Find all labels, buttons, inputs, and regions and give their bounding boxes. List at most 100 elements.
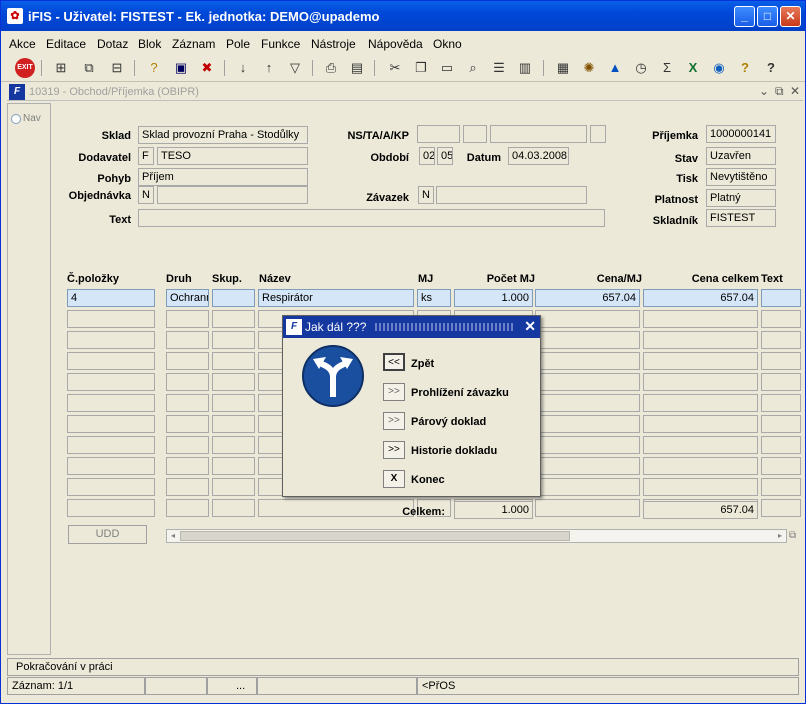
empty-cell[interactable]: [535, 478, 640, 496]
menu-editace[interactable]: Editace: [46, 37, 86, 51]
warning-icon[interactable]: ▲: [605, 58, 625, 78]
empty-cell[interactable]: [212, 394, 255, 412]
cell-mj[interactable]: ks: [417, 289, 451, 307]
empty-cell[interactable]: [212, 352, 255, 370]
empty-cell[interactable]: [166, 457, 209, 475]
empty-cell[interactable]: [761, 373, 801, 391]
ns-field[interactable]: [417, 125, 460, 143]
menu-akce[interactable]: Akce: [9, 37, 36, 51]
empty-cell[interactable]: [643, 478, 758, 496]
columns-icon[interactable]: ▥: [515, 58, 535, 78]
execute-query-icon[interactable]: ▣: [171, 58, 191, 78]
empty-cell[interactable]: [67, 499, 155, 517]
empty-cell[interactable]: [67, 352, 155, 370]
maximize-button[interactable]: □: [757, 6, 778, 27]
text-field[interactable]: [138, 209, 605, 227]
zavazek-flag-field[interactable]: N: [418, 186, 434, 204]
empty-cell[interactable]: [67, 478, 155, 496]
empty-cell[interactable]: [166, 394, 209, 412]
empty-cell[interactable]: [535, 352, 640, 370]
empty-cell[interactable]: [212, 499, 255, 517]
empty-cell[interactable]: [761, 478, 801, 496]
refresh-icon[interactable]: ◉: [709, 58, 729, 78]
calculator-icon[interactable]: ▦: [553, 58, 573, 78]
menu-napoveda[interactable]: Nápověda: [368, 37, 423, 51]
obdobi-year-field[interactable]: 05: [437, 147, 453, 165]
horizontal-scrollbar[interactable]: ◂ ▸: [166, 529, 787, 543]
empty-cell[interactable]: [67, 457, 155, 475]
minimize-button[interactable]: _: [734, 6, 755, 27]
empty-cell[interactable]: [535, 457, 640, 475]
cell-celkem[interactable]: 657.04: [643, 289, 758, 307]
cell-druh[interactable]: Ochranné: [166, 289, 209, 307]
skladnik-field[interactable]: FISTEST: [706, 209, 776, 227]
empty-cell[interactable]: [535, 415, 640, 433]
empty-cell[interactable]: [643, 352, 758, 370]
empty-cell[interactable]: [166, 499, 209, 517]
empty-cell[interactable]: [67, 331, 155, 349]
settings-icon[interactable]: ✺: [579, 58, 599, 78]
empty-cell[interactable]: [535, 394, 640, 412]
empty-cell[interactable]: [643, 415, 758, 433]
empty-cell[interactable]: [643, 394, 758, 412]
empty-cell[interactable]: [535, 436, 640, 454]
menu-nastroje[interactable]: Nástroje: [311, 37, 356, 51]
empty-cell[interactable]: [166, 415, 209, 433]
empty-cell[interactable]: [67, 394, 155, 412]
menu-pole[interactable]: Pole: [226, 37, 250, 51]
parovy-doklad-button[interactable]: >>: [383, 412, 405, 430]
zavazek-field[interactable]: [436, 186, 587, 204]
platnost-field[interactable]: Platný: [706, 189, 776, 207]
menu-blok[interactable]: Blok: [138, 37, 161, 51]
empty-cell[interactable]: [761, 415, 801, 433]
scroll-right-icon[interactable]: ▸: [774, 530, 786, 542]
close-button[interactable]: ✕: [780, 6, 801, 27]
empty-cell[interactable]: [535, 499, 640, 517]
cell-skup[interactable]: [212, 289, 255, 307]
empty-cell[interactable]: [761, 436, 801, 454]
konec-button[interactable]: X: [383, 470, 405, 488]
dialog-close-icon[interactable]: ✕: [524, 318, 536, 335]
ta-field[interactable]: [463, 125, 487, 143]
empty-cell[interactable]: [535, 373, 640, 391]
objednavka-field[interactable]: [157, 186, 308, 204]
datum-field[interactable]: 04.03.2008: [508, 147, 569, 165]
empty-cell[interactable]: [643, 331, 758, 349]
empty-cell[interactable]: [643, 373, 758, 391]
empty-cell[interactable]: [212, 436, 255, 454]
empty-cell[interactable]: [761, 499, 801, 517]
child-minimize-icon[interactable]: ⌄: [759, 84, 769, 98]
nav-radio[interactable]: [11, 114, 21, 124]
excel-icon[interactable]: X: [683, 58, 703, 78]
empty-cell[interactable]: [535, 310, 640, 328]
cut-icon[interactable]: ✂: [385, 58, 405, 78]
empty-cell[interactable]: [212, 331, 255, 349]
copy-icon[interactable]: ❐: [411, 58, 431, 78]
objednavka-flag-field[interactable]: N: [138, 186, 154, 204]
scroll-end-icon[interactable]: ⧉: [789, 530, 796, 541]
empty-cell[interactable]: [166, 352, 209, 370]
clock-icon[interactable]: ◷: [631, 58, 651, 78]
filter-icon[interactable]: ▽: [285, 58, 305, 78]
sort-asc-icon[interactable]: ↓: [233, 58, 253, 78]
cell-pocet[interactable]: 1.000: [454, 289, 533, 307]
empty-cell[interactable]: [166, 373, 209, 391]
empty-cell[interactable]: [761, 310, 801, 328]
menu-okno[interactable]: Okno: [433, 37, 462, 51]
empty-cell[interactable]: [761, 394, 801, 412]
scroll-left-icon[interactable]: ◂: [167, 530, 179, 542]
empty-cell[interactable]: [761, 331, 801, 349]
empty-cell[interactable]: [67, 310, 155, 328]
obdobi-month-field[interactable]: 02: [419, 147, 435, 165]
cancel-query-icon[interactable]: ✖: [197, 58, 217, 78]
empty-cell[interactable]: [761, 457, 801, 475]
empty-cell[interactable]: [67, 373, 155, 391]
empty-cell[interactable]: [212, 415, 255, 433]
empty-cell[interactable]: [166, 331, 209, 349]
duplicate-icon[interactable]: ⧉: [79, 58, 99, 78]
cell-nazev[interactable]: Respirátor: [258, 289, 414, 307]
empty-cell[interactable]: [67, 415, 155, 433]
menu-funkce[interactable]: Funkce: [261, 37, 300, 51]
a-field[interactable]: [490, 125, 587, 143]
cell-polozky[interactable]: 4: [67, 289, 155, 307]
